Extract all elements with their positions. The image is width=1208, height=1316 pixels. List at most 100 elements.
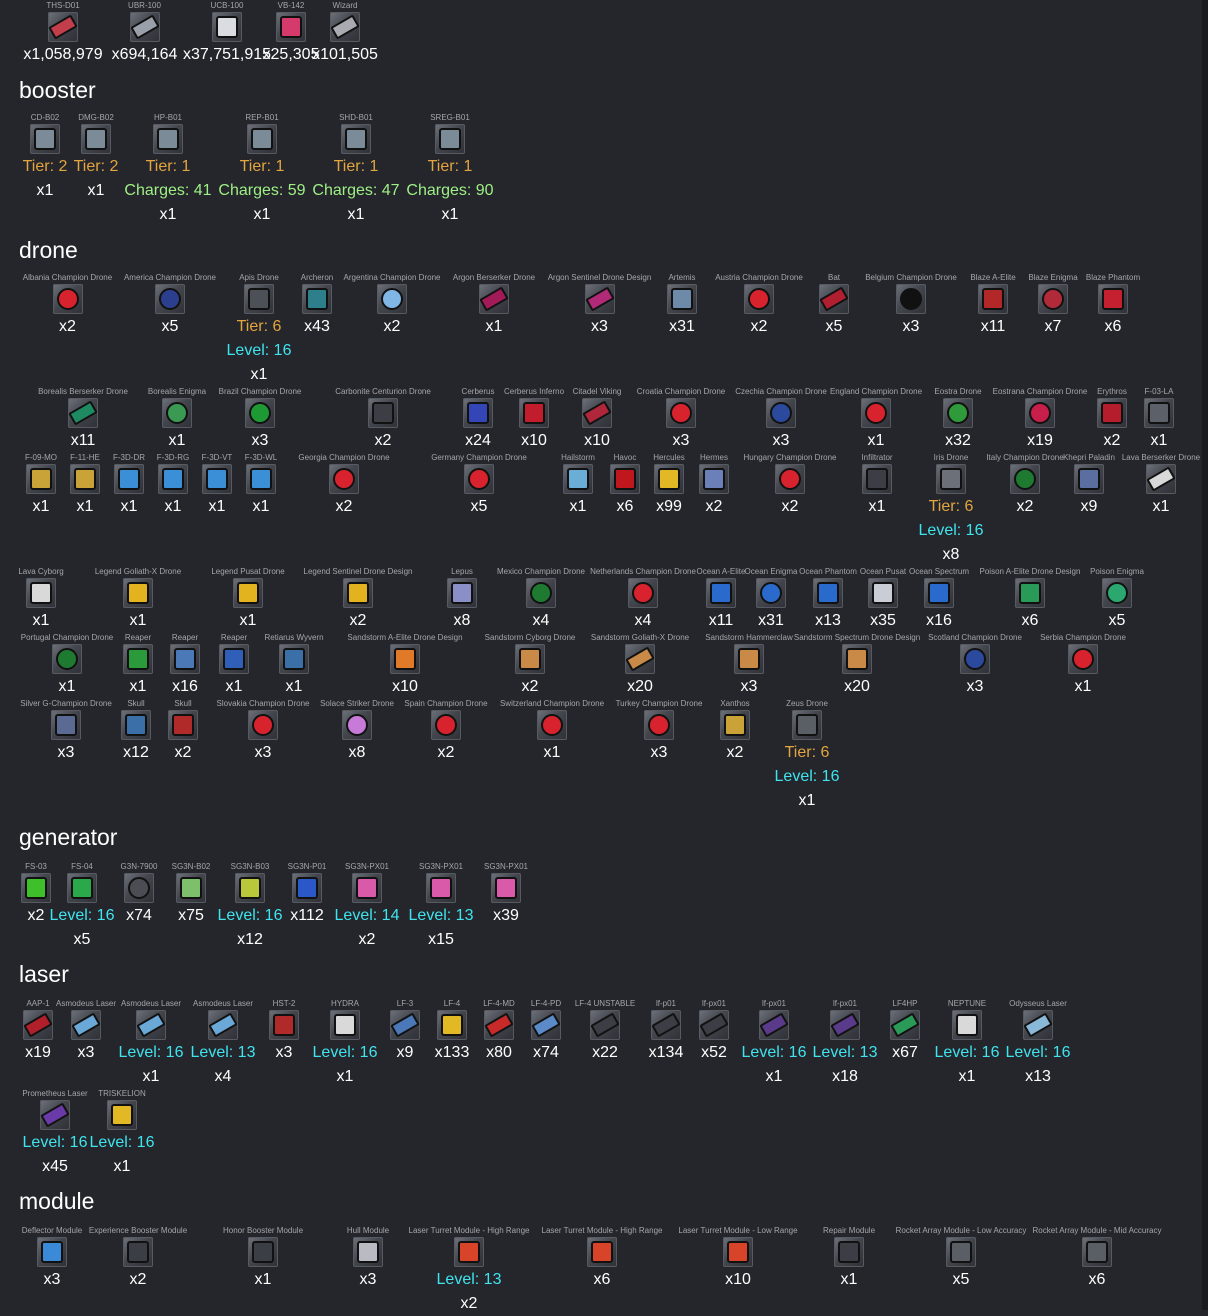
inventory-item-poison-enigma[interactable]: Poison Enigma x5 <box>1087 566 1147 633</box>
inventory-item-italy-champion-drone[interactable]: Italy Champion Drone x2 <box>986 452 1063 519</box>
inventory-item-ocean-pusat[interactable]: Ocean Pusat x35 <box>860 566 906 633</box>
inventory-item-asmodeus-laser[interactable]: Asmodeus Laser Level: 13 x4 <box>187 998 259 1089</box>
inventory-item-serbia-champion-drone[interactable]: Serbia Champion Drone x1 <box>1033 632 1133 699</box>
inventory-item-sreg-b01[interactable]: SREG-B01 Tier: 1 Charges: 90 x1 <box>403 112 497 227</box>
inventory-item-laser-turret-module-high-range[interactable]: Laser Turret Module - High Range Level: 1… <box>401 1225 537 1316</box>
inventory-item-skull[interactable]: Skull x12 <box>113 698 159 765</box>
inventory-item-havoc[interactable]: Havoc x6 <box>603 452 647 519</box>
inventory-item-lf-4-pd[interactable]: LF-4-PD x74 <box>523 998 569 1065</box>
inventory-item-borealis-berserker-drone[interactable]: Borealis Berserker Drone x11 <box>19 386 147 453</box>
inventory-item-carbonite-centurion-drone[interactable]: Carbonite Centurion Drone x2 <box>313 386 453 453</box>
inventory-item-f-03-la[interactable]: F-03-LA x1 <box>1137 386 1181 453</box>
inventory-item-albania-champion-drone[interactable]: Albania Champion Drone x2 <box>19 272 116 339</box>
inventory-item-argentina-champion-drone[interactable]: Argentina Champion Drone x2 <box>340 272 444 339</box>
inventory-item-cd-b02[interactable]: CD-B02 Tier: 2 x1 <box>19 112 71 203</box>
inventory-item-fs-04[interactable]: FS-04 Level: 16 x5 <box>50 861 115 952</box>
inventory-item-lf-p01[interactable]: lf-p01 x134 <box>641 998 691 1065</box>
inventory-item-rocket-array-module-low-accuracy[interactable]: Rocket Array Module - Low Accuracy x5 <box>889 1225 1033 1292</box>
inventory-item-hull-module[interactable]: Hull Module x3 <box>335 1225 401 1292</box>
inventory-item-georgia-champion-drone[interactable]: Georgia Champion Drone x2 <box>283 452 405 519</box>
inventory-item-ucb-100[interactable]: UCB-100 x37,751,915 <box>182 0 272 67</box>
inventory-item-germany-champion-drone[interactable]: Germany Champion Drone x5 <box>405 452 553 519</box>
inventory-item-reaper[interactable]: Reaper x1 <box>209 632 259 699</box>
inventory-item-dmg-b02[interactable]: DMG-B02 Tier: 2 x1 <box>71 112 121 203</box>
inventory-item-asmodeus-laser[interactable]: Asmodeus Laser Level: 16 x1 <box>115 998 187 1089</box>
inventory-item-lf4hp[interactable]: LF4HP x67 <box>879 998 931 1065</box>
inventory-item-austria-champion-drone[interactable]: Austria Champion Drone x2 <box>709 272 809 339</box>
inventory-item-england-champion-drone[interactable]: England Champion Drone x1 <box>829 386 923 453</box>
inventory-item-rocket-array-module-mid-accuracy[interactable]: Rocket Array Module - Mid Accuracy x6 <box>1033 1225 1162 1292</box>
inventory-item-sg3n-px01[interactable]: SG3N-PX01 Level: 14 x2 <box>329 861 405 952</box>
inventory-item-honor-booster-module[interactable]: Honor Booster Module x1 <box>191 1225 335 1292</box>
inventory-item-f-3d-wl[interactable]: F-3D-WL x1 <box>239 452 283 519</box>
inventory-item-f-3d-vt[interactable]: F-3D-VT x1 <box>195 452 239 519</box>
inventory-item-khepri-paladin[interactable]: Khepri Paladin x9 <box>1059 452 1119 519</box>
inventory-item-sandstorm-hammerclaw[interactable]: Sandstorm Hammerclaw x3 <box>701 632 797 699</box>
inventory-item-netherlands-champion-drone[interactable]: Netherlands Champion Drone x4 <box>590 566 696 633</box>
inventory-item-portugal-champion-drone[interactable]: Portugal Champion Drone x1 <box>19 632 115 699</box>
inventory-item-sg3n-px01[interactable]: SG3N-PX01 Level: 13 x15 <box>405 861 477 952</box>
inventory-item-shd-b01[interactable]: SHD-B01 Tier: 1 Charges: 47 x1 <box>309 112 403 227</box>
inventory-item-rep-b01[interactable]: REP-B01 Tier: 1 Charges: 59 x1 <box>215 112 309 227</box>
inventory-item-sandstorm-a-elite-drone-design[interactable]: Sandstorm A-Elite Drone Design x10 <box>329 632 481 699</box>
inventory-item-f-09-mo[interactable]: F-09-MO x1 <box>19 452 63 519</box>
inventory-item-blaze-enigma[interactable]: Blaze Enigma x7 <box>1023 272 1083 339</box>
inventory-item-erythros[interactable]: Erythros x2 <box>1087 386 1137 453</box>
inventory-item-belgium-champion-drone[interactable]: Belgium Champion Drone x3 <box>859 272 963 339</box>
inventory-item-lf-px01[interactable]: lf-px01 x52 <box>691 998 737 1065</box>
inventory-item-artemis[interactable]: Artemis x31 <box>655 272 709 339</box>
inventory-item-lepus[interactable]: Lepus x8 <box>433 566 491 633</box>
inventory-item-poison-a-elite-drone-design[interactable]: Poison A-Elite Drone Design x6 <box>973 566 1087 633</box>
inventory-item-hungary-champion-drone[interactable]: Hungary Champion Drone x2 <box>737 452 843 519</box>
inventory-item-infiltrator[interactable]: Infiltrator x1 <box>843 452 911 519</box>
inventory-item-sandstorm-goliath-x-drone[interactable]: Sandstorm Goliath-X Drone x20 <box>579 632 701 699</box>
inventory-item-lf-px01[interactable]: lf-px01 Level: 16 x1 <box>737 998 811 1089</box>
inventory-item-iris-drone[interactable]: Iris Drone Tier: 6 Level: 16 x8 <box>911 452 991 567</box>
inventory-item-citadel-viking[interactable]: Citadel Viking x10 <box>565 386 629 453</box>
inventory-item-zeus-drone[interactable]: Zeus Drone Tier: 6 Level: 16 x1 <box>759 698 855 813</box>
inventory-item-vb-142[interactable]: VB-142 x25,305 <box>263 0 320 67</box>
inventory-item-archeron[interactable]: Archeron x43 <box>294 272 340 339</box>
inventory-item-aap-1[interactable]: AAP-1 x19 <box>19 998 57 1065</box>
inventory-item-deflector-module[interactable]: Deflector Module x3 <box>19 1225 85 1292</box>
inventory-item-america-champion-drone[interactable]: America Champion Drone x5 <box>116 272 224 339</box>
inventory-item-ocean-a-elite[interactable]: Ocean A-Elite x11 <box>695 566 747 633</box>
inventory-item-croatia-champion-drone[interactable]: Croatia Champion Drone x3 <box>629 386 733 453</box>
inventory-item-hailstorm[interactable]: Hailstorm x1 <box>553 452 603 519</box>
inventory-item-argon-sentinel-drone-design[interactable]: Argon Sentinel Drone Design x3 <box>544 272 655 339</box>
inventory-item-blaze-phantom[interactable]: Blaze Phantom x6 <box>1083 272 1143 339</box>
inventory-item-legend-pusat-drone[interactable]: Legend Pusat Drone x1 <box>211 566 284 633</box>
inventory-item-odysseus-laser[interactable]: Odysseus Laser Level: 16 x13 <box>1003 998 1073 1089</box>
inventory-item-cerberus-inferno[interactable]: Cerberus Inferno x10 <box>503 386 565 453</box>
inventory-item-ocean-spectrum[interactable]: Ocean Spectrum x16 <box>905 566 973 633</box>
inventory-item-laser-turret-module-low-range[interactable]: Laser Turret Module - Low Range x10 <box>667 1225 809 1292</box>
inventory-item-hst-2[interactable]: HST-2 x3 <box>259 998 309 1065</box>
inventory-item-lf-px01[interactable]: lf-px01 Level: 13 x18 <box>811 998 879 1089</box>
inventory-item-turkey-champion-drone[interactable]: Turkey Champion Drone x3 <box>607 698 711 765</box>
inventory-item-legend-sentinel-drone-design[interactable]: Legend Sentinel Drone Design x2 <box>283 566 433 633</box>
inventory-item-blaze-a-elite[interactable]: Blaze A-Elite x11 <box>963 272 1023 339</box>
inventory-item-hercules[interactable]: Hercules x99 <box>647 452 691 519</box>
inventory-item-slovakia-champion-drone[interactable]: Slovakia Champion Drone x3 <box>207 698 319 765</box>
inventory-item-ocean-phantom[interactable]: Ocean Phantom x13 <box>795 566 861 633</box>
inventory-item-retiarus-wyvern[interactable]: Retiarus Wyvern x1 <box>259 632 329 699</box>
inventory-item-triskelion[interactable]: TRISKELION Level: 16 x1 <box>90 1088 155 1179</box>
inventory-item-scotland-champion-drone[interactable]: Scotland Champion Drone x3 <box>917 632 1033 699</box>
inventory-item-apis-drone[interactable]: Apis Drone Tier: 6 Level: 16 x1 <box>224 272 294 387</box>
inventory-item-ocean-enigma[interactable]: Ocean Enigma x31 <box>745 566 798 633</box>
inventory-item-repair-module[interactable]: Repair Module x1 <box>809 1225 889 1292</box>
inventory-item-experience-booster-module[interactable]: Experience Booster Module x2 <box>85 1225 191 1292</box>
inventory-item-f-3d-dr[interactable]: F-3D-DR x1 <box>107 452 151 519</box>
inventory-item-brazil-champion-drone[interactable]: Brazil Champion Drone x3 <box>207 386 313 453</box>
inventory-item-mexico-champion-drone[interactable]: Mexico Champion Drone x4 <box>491 566 591 633</box>
inventory-item-xanthos[interactable]: Xanthos x2 <box>711 698 759 765</box>
inventory-item-legend-goliath-x-drone[interactable]: Legend Goliath-X Drone x1 <box>63 566 213 633</box>
inventory-item-solace-striker-drone[interactable]: Solace Striker Drone x8 <box>319 698 395 765</box>
inventory-item-sandstorm-spectrum-drone-design[interactable]: Sandstorm Spectrum Drone Design x20 <box>794 632 920 699</box>
inventory-item-eostra-drone[interactable]: Eostra Drone x32 <box>923 386 993 453</box>
inventory-item-switzerland-champion-drone[interactable]: Switzerland Champion Drone x1 <box>497 698 607 765</box>
inventory-item-laser-turret-module-high-range[interactable]: Laser Turret Module - High Range x6 <box>537 1225 667 1292</box>
inventory-item-skull[interactable]: Skull x2 <box>159 698 207 765</box>
inventory-item-sandstorm-cyborg-drone[interactable]: Sandstorm Cyborg Drone x2 <box>481 632 579 699</box>
inventory-item-lf-4[interactable]: LF-4 x133 <box>429 998 475 1065</box>
